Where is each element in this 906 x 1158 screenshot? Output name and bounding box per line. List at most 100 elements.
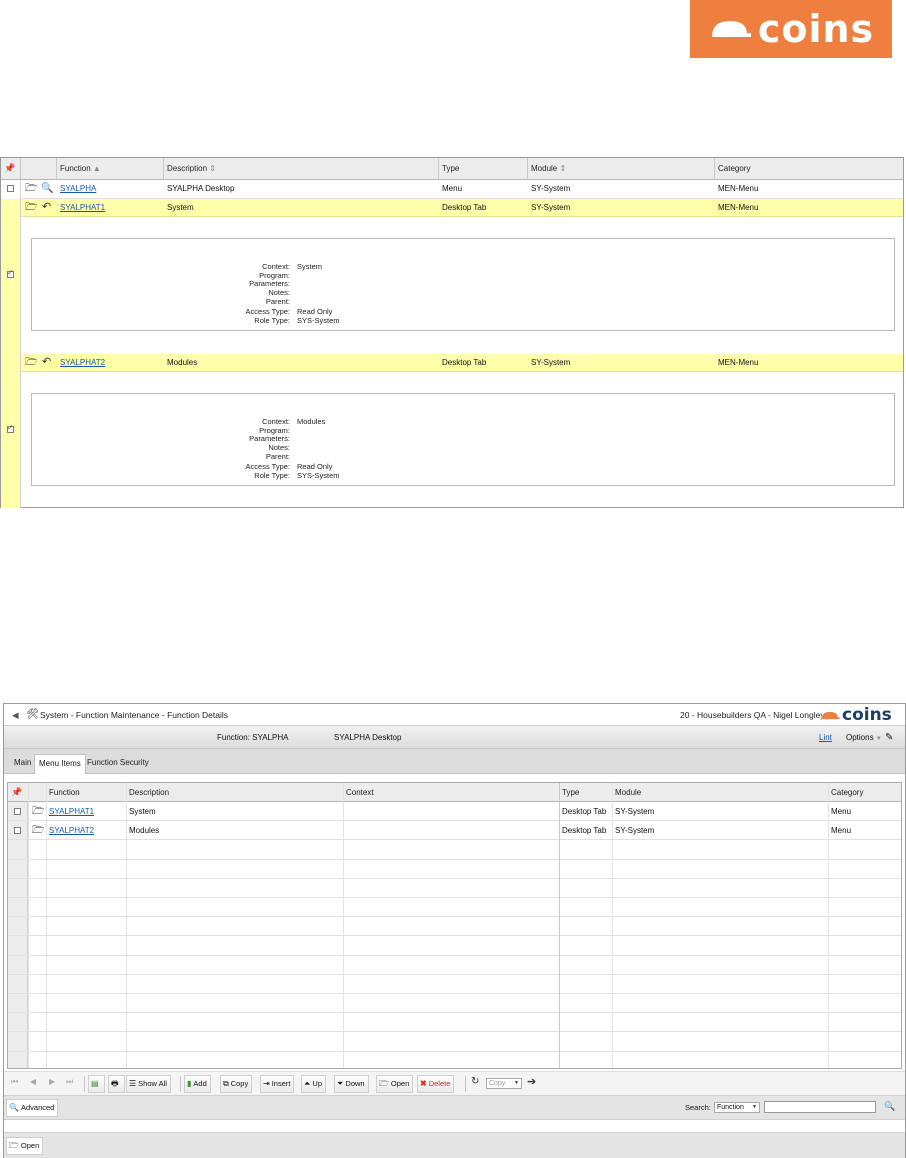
go-arrow-icon[interactable]: ➔: [527, 1075, 536, 1088]
row-checkbox[interactable]: [14, 808, 21, 815]
function-link[interactable]: SYALPHA: [57, 180, 96, 198]
tab-main[interactable]: Main: [10, 754, 35, 774]
folder-open-icon[interactable]: 🗁: [25, 184, 37, 194]
first-page-icon[interactable]: ⏮: [11, 1077, 18, 1087]
column-header-function[interactable]: Function ▲: [57, 158, 164, 179]
column-header-description[interactable]: Description: [126, 783, 169, 802]
access-type-label: Access Type:: [245, 307, 290, 316]
action-strip: 🗁 Open: [4, 1132, 905, 1158]
user-context[interactable]: 20 - Housebuilders QA - Nigel Longley: [680, 704, 825, 726]
folder-open-icon: 🗁: [9, 1141, 19, 1150]
column-header-context[interactable]: Context: [343, 783, 374, 802]
pin-column-header[interactable]: 📌: [8, 783, 28, 802]
column-divider: [46, 783, 47, 1068]
open-button[interactable]: 🗁 Open: [376, 1075, 414, 1093]
preview-icon[interactable]: 🔍: [41, 184, 53, 194]
column-divider: [28, 783, 29, 1068]
column-header-function[interactable]: Function: [46, 783, 80, 802]
table-row[interactable]: 🗁 ↶ SYALPHAT2 Modules Desktop Tab SY-Sys…: [21, 354, 903, 372]
function-cell[interactable]: SYALPHAT2: [46, 821, 94, 840]
row-checkbox[interactable]: [7, 268, 14, 278]
column-header-category[interactable]: Category: [715, 158, 903, 179]
pin-icon: 📌: [4, 163, 16, 173]
insert-button[interactable]: ⇥ Insert: [260, 1075, 295, 1093]
column-header-type[interactable]: Type: [559, 783, 579, 802]
function-label: Function: SYALPHA: [217, 733, 289, 742]
function-link[interactable]: SYALPHAT1: [57, 199, 105, 217]
context-label: Context:: [262, 262, 290, 271]
back-icon[interactable]: ◀: [12, 704, 19, 726]
module-cell: SY-System: [531, 203, 571, 212]
hard-hat-icon: [821, 711, 840, 719]
next-page-icon[interactable]: ▶: [49, 1077, 55, 1086]
column-header-module[interactable]: Module ⇕: [528, 158, 715, 179]
folder-open-icon[interactable]: 🗁: [32, 826, 44, 836]
search-field-select[interactable]: Function: [714, 1102, 760, 1113]
add-document-icon: ▮: [187, 1079, 192, 1088]
description-cell: Modules: [167, 358, 198, 367]
advanced-search-button[interactable]: 🔍 Advanced: [6, 1099, 59, 1117]
column-header-category[interactable]: Category: [828, 783, 863, 802]
column-header-description[interactable]: Description ⇕: [164, 158, 439, 179]
table-row[interactable]: 🗁 SYALPHAT1 System Desktop Tab SY-System Menu: [8, 802, 901, 822]
column-header-type[interactable]: Type: [439, 158, 528, 179]
notes-label: Notes:: [268, 288, 290, 297]
copy-select[interactable]: Copy: [486, 1078, 522, 1089]
title-bar: ◀ 🛠 System - Function Maintenance - Func…: [4, 704, 905, 726]
module-cell: SY-System: [531, 184, 571, 193]
up-button[interactable]: ⏶ Up: [301, 1075, 326, 1093]
empty-row: [8, 1052, 901, 1068]
down-button[interactable]: ⏷ Down: [334, 1075, 369, 1093]
pin-column-header[interactable]: 📌: [1, 158, 21, 179]
function-cell[interactable]: SYALPHAT1: [46, 802, 94, 821]
role-type-label: Role Type:: [254, 316, 290, 325]
edit-pencil-icon[interactable]: ✎: [885, 726, 893, 749]
search-input[interactable]: [764, 1101, 876, 1113]
tab-function-security[interactable]: Function Security: [83, 754, 153, 774]
row-checkbox[interactable]: [14, 827, 21, 835]
show-all-button[interactable]: ☰ Show All: [126, 1075, 171, 1093]
tab-menu-items[interactable]: Menu Items: [34, 754, 86, 774]
row-checkbox[interactable]: [7, 423, 14, 433]
open-function-button[interactable]: 🗁 Open: [6, 1137, 44, 1155]
options-menu[interactable]: Options ▼: [846, 726, 882, 749]
table-row[interactable]: 🗁 SYALPHAT2 Modules Desktop Tab SY-System Men…: [8, 821, 901, 841]
print-button[interactable]: 🖶: [108, 1075, 125, 1093]
move-up-icon: ⏶: [304, 1079, 311, 1088]
folder-open-icon[interactable]: 🗁: [25, 358, 37, 368]
row-checkbox[interactable]: [7, 185, 14, 192]
type-cell: Desktop Tab: [562, 807, 607, 816]
parameters-label: Parameters:: [249, 279, 290, 288]
divider: [465, 1076, 466, 1092]
empty-row: [8, 917, 901, 937]
column-divider: [343, 783, 344, 1068]
type-cell: Desktop Tab: [442, 203, 487, 212]
type-cell: Desktop Tab: [442, 358, 487, 367]
table-row[interactable]: 🗁 ↶ SYALPHAT1 System Desktop Tab SY-Syst…: [21, 199, 903, 217]
folder-open-icon[interactable]: 🗁: [32, 807, 44, 817]
divider: [180, 1076, 181, 1092]
type-cell: Desktop Tab: [562, 826, 607, 836]
delete-button[interactable]: ✖ Delete: [417, 1075, 455, 1093]
undo-icon[interactable]: ↶: [42, 202, 51, 213]
sort-icon: ⇕: [209, 164, 216, 173]
move-down-icon: ⏷: [337, 1079, 344, 1088]
undo-icon[interactable]: ↶: [42, 357, 51, 368]
refresh-icon[interactable]: ↻: [471, 1076, 479, 1087]
column-header-module[interactable]: Module: [612, 783, 641, 802]
copy-button[interactable]: ⧉ Copy: [220, 1075, 253, 1093]
empty-row: [8, 936, 901, 956]
prev-page-icon[interactable]: ◀: [30, 1077, 36, 1086]
description-cell: System: [167, 203, 194, 212]
lint-link[interactable]: Lint: [819, 726, 832, 749]
add-button[interactable]: ▮ Add: [184, 1075, 211, 1093]
search-bar: 🔍Advanced Search: Function 🔍: [4, 1095, 905, 1119]
export-icon: ▤: [91, 1079, 99, 1088]
folder-open-icon[interactable]: 🗁: [25, 203, 37, 213]
last-page-icon[interactable]: ⏭: [66, 1077, 73, 1087]
search-icon[interactable]: 🔍: [884, 1101, 895, 1112]
export-button[interactable]: ▤: [88, 1075, 105, 1093]
table-row[interactable]: 🗁 🔍 SYALPHA SYALPHA Desktop Menu SY-Syst…: [21, 180, 903, 199]
function-link[interactable]: SYALPHAT2: [57, 354, 105, 372]
chevron-down-icon: ▼: [875, 736, 882, 742]
